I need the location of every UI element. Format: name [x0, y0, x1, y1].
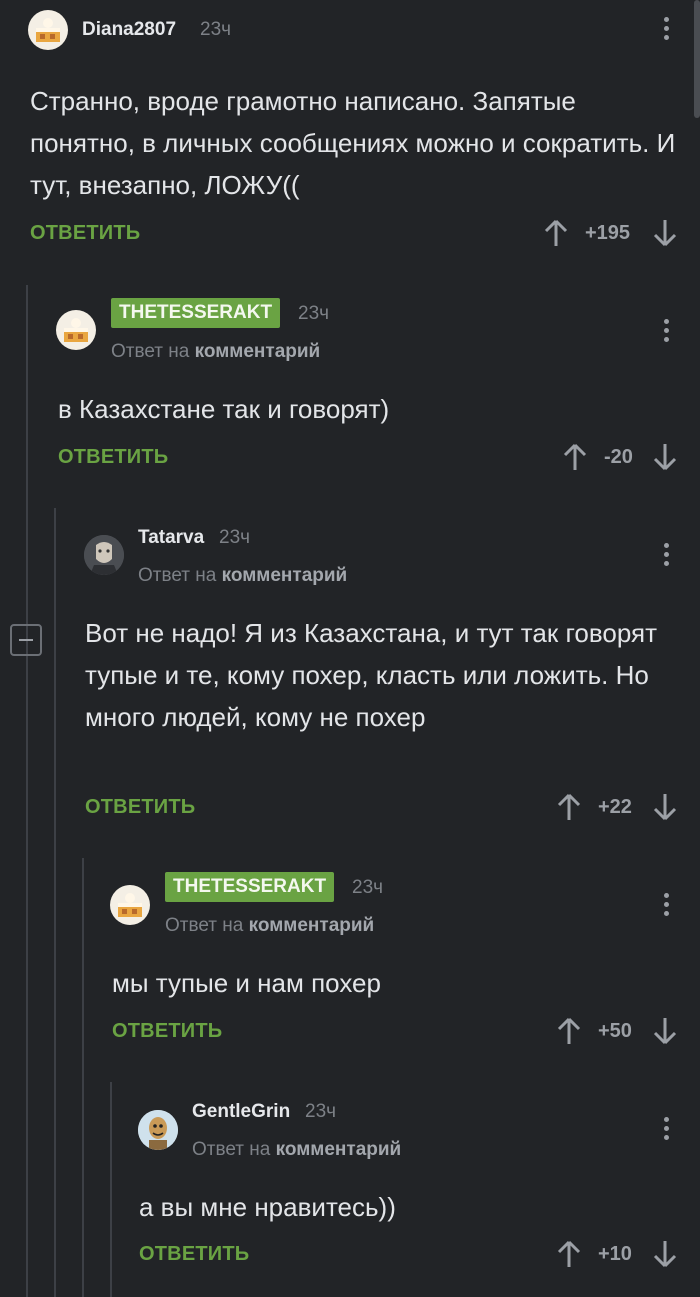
comment-time: 23ч	[305, 1101, 337, 1122]
comment-text: Странно, вроде грамотно написано. Запяты…	[30, 86, 676, 200]
reply-to-label: Ответ на комментарий	[165, 915, 374, 937]
more-menu-icon[interactable]	[656, 1114, 676, 1142]
rating-value: -20	[604, 446, 633, 468]
reply-to-prefix: Ответ на	[192, 1139, 271, 1160]
thread-line	[110, 1082, 112, 1297]
upvote-icon[interactable]	[556, 1239, 582, 1269]
thread-line	[26, 285, 28, 1297]
username-badge[interactable]: THETESSERAKT	[165, 872, 335, 902]
comment-text: а вы мне нравитесь))	[139, 1192, 396, 1222]
upvote-icon[interactable]	[543, 218, 569, 248]
more-menu-icon[interactable]	[656, 14, 676, 42]
username-badge[interactable]: THETESSERAKT	[111, 298, 281, 328]
reply-button[interactable]: ОТВЕТИТЬ	[139, 1243, 249, 1266]
reply-button[interactable]: ОТВЕТИТЬ	[112, 1020, 222, 1043]
comment-text: Вот не надо! Я из Казахстана, и тут так …	[85, 618, 657, 732]
cake-avatar-icon[interactable]	[110, 885, 150, 925]
collapse-thread-button[interactable]	[10, 624, 42, 656]
more-menu-icon[interactable]	[656, 540, 676, 568]
comment-time: 23ч	[200, 19, 232, 40]
reply-to-label: Ответ на комментарий	[192, 1139, 401, 1161]
cartoon-avatar-icon[interactable]	[138, 1110, 178, 1150]
username[interactable]: GentleGrin	[192, 1101, 290, 1123]
reply-to-link[interactable]: комментарий	[195, 341, 321, 362]
comment-time: 23ч	[219, 527, 251, 548]
more-menu-icon[interactable]	[656, 316, 676, 344]
downvote-icon[interactable]	[652, 1016, 678, 1046]
rating-value: +22	[598, 796, 632, 818]
upvote-icon[interactable]	[556, 792, 582, 822]
thread-line	[82, 858, 84, 1297]
reply-to-prefix: Ответ на	[138, 565, 217, 586]
upvote-icon[interactable]	[556, 1016, 582, 1046]
rating-value: +195	[585, 222, 631, 244]
reply-to-link[interactable]: комментарий	[222, 565, 348, 586]
scrollbar[interactable]	[694, 0, 700, 118]
downvote-icon[interactable]	[652, 1239, 678, 1269]
downvote-icon[interactable]	[652, 218, 678, 248]
downvote-icon[interactable]	[652, 792, 678, 822]
comment-time: 23ч	[352, 877, 384, 898]
upvote-icon[interactable]	[562, 442, 588, 472]
reply-to-link[interactable]: комментарий	[276, 1139, 402, 1160]
reply-button[interactable]: ОТВЕТИТЬ	[30, 222, 140, 245]
comment-time: 23ч	[298, 303, 330, 324]
cake-avatar-icon[interactable]	[56, 310, 96, 350]
cake-avatar-icon[interactable]	[28, 10, 68, 50]
rating-value: +10	[598, 1243, 632, 1265]
reply-to-label: Ответ на комментарий	[138, 565, 347, 587]
reply-to-prefix: Ответ на	[111, 341, 190, 362]
username[interactable]: Diana2807	[82, 19, 176, 41]
witcher-avatar-icon[interactable]	[84, 535, 124, 575]
rating-value: +50	[598, 1020, 632, 1042]
reply-to-label: Ответ на комментарий	[111, 341, 320, 363]
downvote-icon[interactable]	[652, 442, 678, 472]
reply-to-prefix: Ответ на	[165, 915, 244, 936]
reply-button[interactable]: ОТВЕТИТЬ	[58, 446, 168, 469]
reply-to-link[interactable]: комментарий	[249, 915, 375, 936]
more-menu-icon[interactable]	[656, 890, 676, 918]
comment-text: в Казахстане так и говорят)	[58, 394, 390, 424]
thread-line	[54, 508, 56, 1297]
comment-text: мы тупые и нам похер	[112, 968, 381, 998]
reply-button[interactable]: ОТВЕТИТЬ	[85, 796, 195, 819]
username[interactable]: Tatarva	[138, 527, 204, 549]
